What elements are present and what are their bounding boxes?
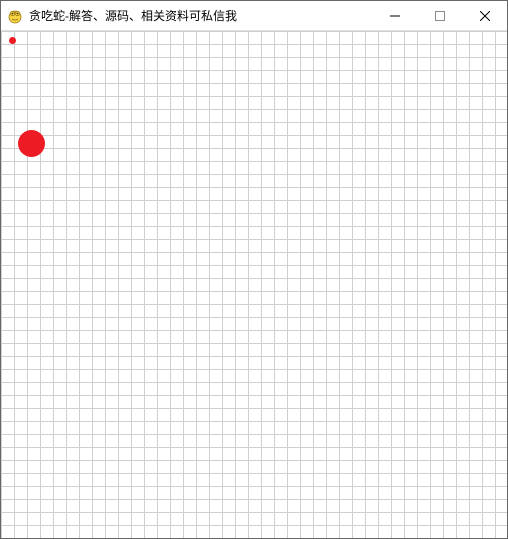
snake-app-icon	[7, 8, 23, 24]
window-controls	[372, 1, 507, 30]
maximize-button	[417, 1, 462, 30]
grid-background	[1, 31, 507, 538]
snake-segment	[9, 37, 16, 44]
minimize-icon	[390, 11, 400, 21]
app-window: 贪吃蛇-解答、源码、相关资料可私信我	[0, 0, 508, 539]
game-canvas[interactable]	[1, 31, 507, 538]
close-button[interactable]	[462, 1, 507, 30]
maximize-icon	[435, 11, 445, 21]
food-dot	[18, 130, 45, 157]
close-icon	[480, 11, 490, 21]
titlebar: 贪吃蛇-解答、源码、相关资料可私信我	[1, 1, 507, 31]
minimize-button[interactable]	[372, 1, 417, 30]
window-title: 贪吃蛇-解答、源码、相关资料可私信我	[29, 7, 372, 24]
